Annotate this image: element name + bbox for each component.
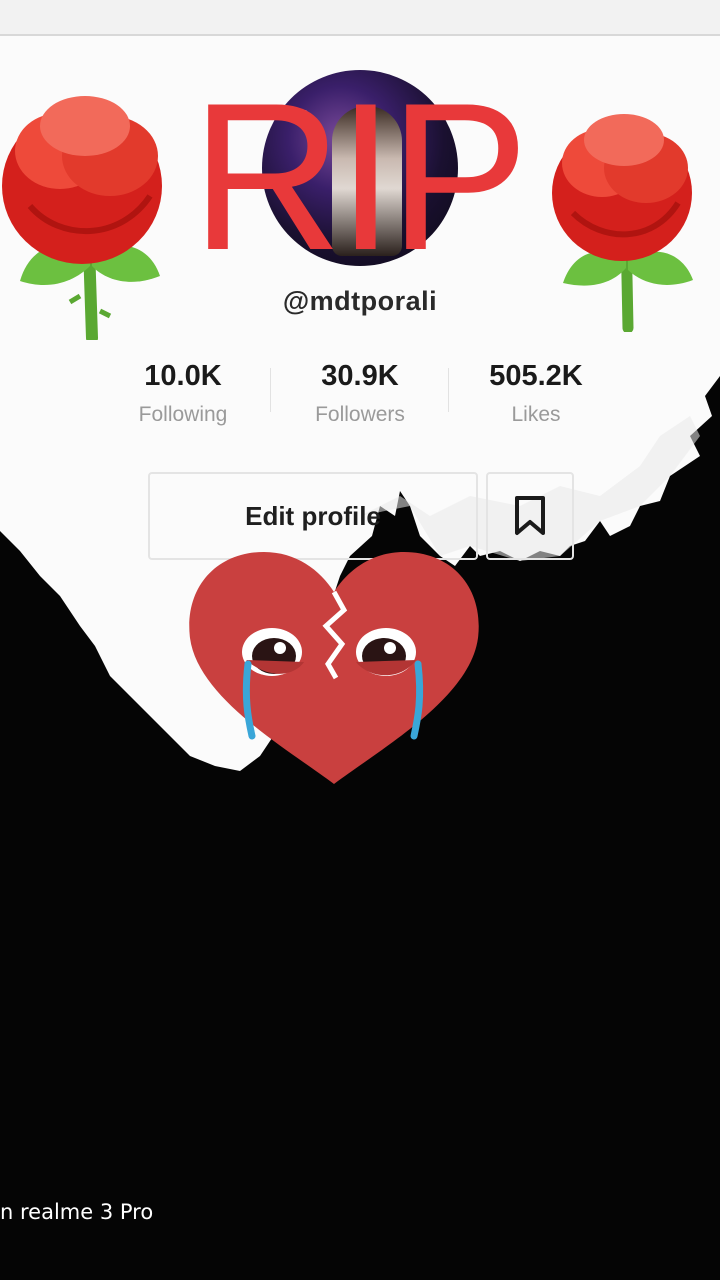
stat-divider	[448, 368, 449, 412]
rose-emoji-icon	[2, 96, 162, 340]
stat-followers[interactable]: 30.9K Followers	[275, 360, 445, 427]
bookmark-icon	[515, 496, 545, 535]
stat-label: Likes	[511, 403, 561, 426]
edit-profile-button[interactable]: Edit profile	[148, 472, 478, 560]
stat-label: Following	[138, 403, 228, 426]
broken-heart-crying-icon	[189, 552, 479, 784]
stat-divider	[270, 368, 271, 412]
rip-overlay-text: RIP	[190, 59, 529, 294]
stat-likes[interactable]: 505.2K Likes	[451, 360, 621, 427]
screen: RIP @mdtporali 10.0K Following 30.9K Fol…	[0, 0, 720, 1280]
stat-label: Followers	[315, 403, 405, 426]
stat-following[interactable]: 10.0K Following	[98, 360, 268, 427]
stat-value: 505.2K	[489, 360, 583, 392]
stat-value: 30.9K	[321, 360, 399, 392]
profile-handle: @mdtporali	[282, 286, 438, 316]
bookmark-button[interactable]	[486, 472, 574, 560]
status-bar	[0, 0, 720, 36]
stat-value: 10.0K	[144, 360, 222, 392]
device-watermark: n realme 3 Pro	[0, 1200, 154, 1224]
rose-emoji-icon	[552, 114, 693, 332]
